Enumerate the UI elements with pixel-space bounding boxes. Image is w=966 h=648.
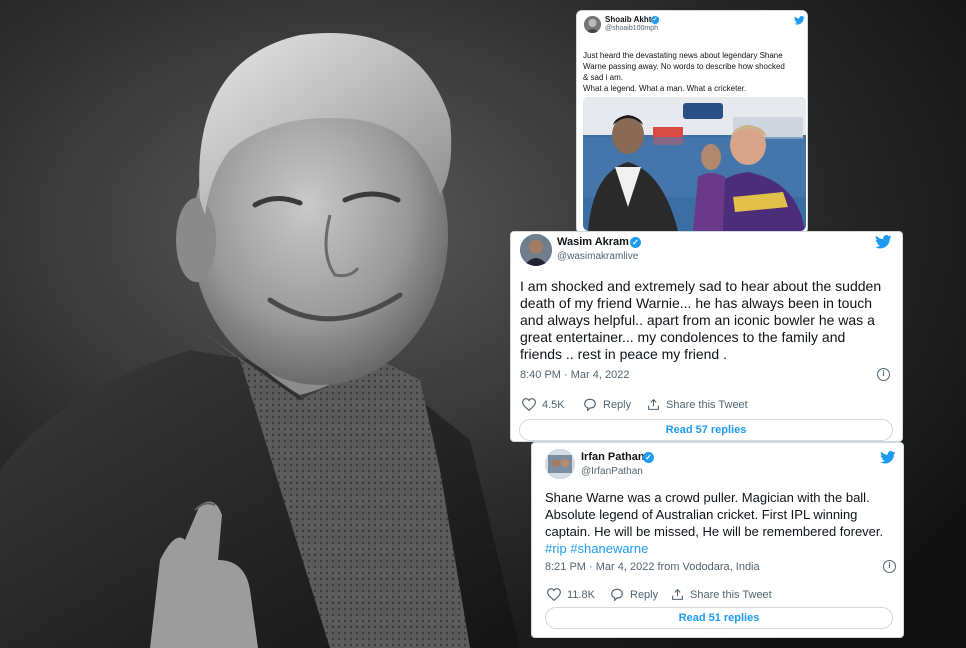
share-label: Share this Tweet [690,588,772,601]
author-handle[interactable]: @shoaib100mph [605,25,658,32]
tweet-text-line: Absolute legend of Australian cricket. F… [545,507,858,522]
info-icon[interactable]: i [877,368,890,381]
like-count: 4.5K [542,398,565,411]
verified-icon: ✓ [643,452,654,463]
share-icon [672,588,683,600]
heart-icon [522,398,536,411]
twitter-bird-icon[interactable] [794,16,805,25]
author-name[interactable]: Wasim Akram [557,236,629,248]
reply-label: Reply [603,398,632,411]
share-icon [648,398,659,410]
heart-icon [547,588,561,601]
tweet-text-line: Shane Warne was a crowd puller. Magician… [545,490,870,505]
reply-button[interactable]: Reply [583,398,631,411]
like-button[interactable]: 11.8K [547,588,595,601]
tweet-text-line: I am shocked and extremely sad to hear a… [520,278,882,294]
tweet-text-line: Just heard the devastating news about le… [583,51,783,60]
tweet-hashtags[interactable]: #rip #shanewarne [545,541,648,556]
tweet-text-line: Warne passing away. No words to describe… [583,62,785,71]
author-handle[interactable]: @IrfanPathan [581,466,643,477]
tweet-card-wasim-akram: Wasim Akram ✓ @wasimakramlive I am shock… [510,231,903,442]
avatar[interactable] [520,234,552,266]
twitter-bird-icon[interactable] [875,235,892,249]
share-button[interactable]: Share this Tweet [671,588,772,601]
read-replies-button[interactable]: Read 57 replies [519,419,893,441]
verified-icon: ✓ [630,237,641,248]
share-button[interactable]: Share this Tweet [647,398,748,411]
author-name[interactable]: Irfan Pathan [581,451,645,463]
like-button[interactable]: 4.5K [522,398,565,411]
tweet-text-line: death of my friend Warnie... he has alwa… [520,295,873,311]
twitter-bird-icon[interactable] [880,451,896,464]
tweet-card-shoaib-akhtar: Shoaib Akhtar ✓ @shoaib100mph Just heard… [576,10,808,234]
avatar[interactable] [584,16,601,33]
tweet-text-line: What a legend. What a man. What a cricke… [583,84,747,93]
tweet-timestamp[interactable]: 8:21 PM · Mar 4, 2022 from Vododara, Ind… [545,561,760,573]
tweet-text-line: and always helpful.. apart from an iconi… [520,312,875,328]
tweet-card-irfan-pathan: Irfan Pathan ✓ @IrfanPathan Shane Warne … [531,442,904,638]
tweet-text-line: & sad i am. [583,73,624,82]
tweet-media-photo[interactable] [583,97,806,231]
avatar[interactable] [545,449,575,479]
like-count: 11.8K [567,588,595,601]
reply-label: Reply [630,588,659,601]
read-replies-button[interactable]: Read 51 replies [545,607,893,629]
tweet-text-line: great entertainer... my condolences to t… [520,329,846,345]
info-icon[interactable]: i [883,560,896,573]
tweet-text-line: captain. He will be missed, He will be r… [545,524,884,539]
reply-bubble-icon [611,588,623,601]
reply-button[interactable]: Reply [610,588,658,601]
tweet-text-line: friends .. rest in peace my friend . [520,346,727,362]
share-label: Share this Tweet [666,398,748,411]
verified-icon: ✓ [651,16,659,24]
author-handle[interactable]: @wasimakramlive [557,251,638,262]
tweet-timestamp[interactable]: 8:40 PM · Mar 4, 2022 [520,369,629,381]
reply-bubble-icon [584,398,596,411]
